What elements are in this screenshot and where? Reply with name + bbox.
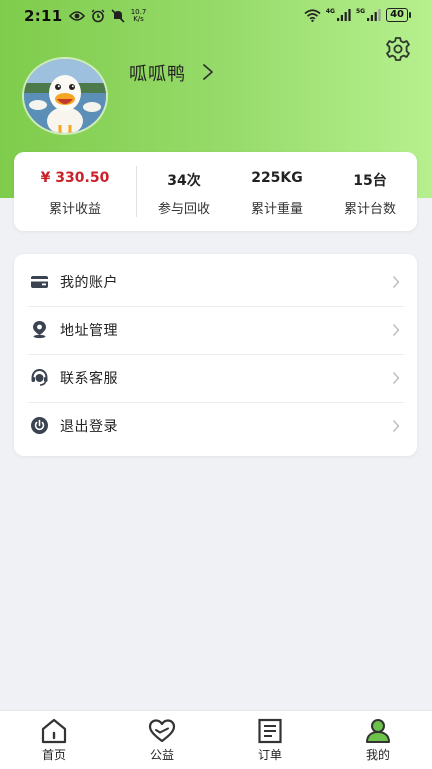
- home-icon: [41, 718, 67, 744]
- menu-item-logout[interactable]: 退出登录: [28, 402, 404, 450]
- power-icon: [31, 417, 48, 434]
- chevron-right-icon: [392, 276, 400, 288]
- signal-icon-2: [367, 9, 381, 21]
- status-time: 2:11: [24, 7, 63, 25]
- tab-charity[interactable]: 公益: [108, 711, 216, 769]
- menu-item-customer-service[interactable]: 联系客服: [28, 354, 404, 403]
- menu-item-address-management[interactable]: 地址管理: [28, 306, 404, 355]
- avatar[interactable]: [22, 57, 108, 135]
- stat-earnings-value: ¥ 330.50: [40, 170, 110, 186]
- mute-icon: [110, 9, 125, 23]
- tab-mine[interactable]: 我的: [324, 711, 432, 769]
- stat-total-weight-label: 累计重量: [250, 202, 303, 217]
- heart-icon: [148, 719, 176, 743]
- menu-label-logout: 退出登录: [60, 419, 118, 435]
- wifi-icon: [304, 8, 321, 22]
- user-name[interactable]: 呱呱鸭: [129, 60, 186, 86]
- alarm-icon: [91, 9, 105, 23]
- duck-avatar-image: [24, 59, 106, 133]
- stat-recycle-count[interactable]: 34次 参与回收: [137, 152, 231, 231]
- network-type-label: 4G: [325, 7, 335, 15]
- stat-recycle-count-label: 参与回收: [157, 202, 210, 217]
- stat-total-weight-value: 225KG: [251, 170, 303, 186]
- headset-icon: [31, 368, 48, 386]
- network-speed: 10.7 K/s: [130, 8, 147, 23]
- network-type-label-2: 5G: [355, 7, 366, 15]
- chevron-right-icon: [392, 420, 400, 432]
- stat-earnings[interactable]: ¥ 330.50 累计收益: [14, 152, 136, 231]
- battery-indicator: 40: [386, 8, 411, 22]
- chevron-right-icon[interactable]: [200, 62, 216, 82]
- stats-card: ¥ 330.50 累计收益 34次 参与回收 225KG 累计重量 15台 累计…: [14, 152, 417, 231]
- bottom-tab-bar: 首页 公益 订单 我的: [0, 710, 432, 769]
- tab-charity-label: 公益: [149, 748, 174, 762]
- chevron-right-icon: [392, 324, 400, 336]
- menu-label-customer-service: 联系客服: [60, 371, 118, 387]
- tab-mine-label: 我的: [365, 748, 390, 762]
- stat-total-units-label: 累计台数: [343, 202, 396, 217]
- signal-icon: [336, 9, 351, 21]
- stat-total-units[interactable]: 15台 累计台数: [323, 152, 417, 231]
- order-list-icon: [258, 718, 282, 744]
- menu-item-my-account[interactable]: 我的账户: [28, 258, 404, 307]
- eye-icon: [68, 11, 85, 21]
- menu-card: 我的账户 地址管理 联系客服 退出登录: [14, 254, 417, 456]
- status-bar: 2:11 10.7 K/s 4G 5G 40: [0, 0, 432, 32]
- tab-home-label: 首页: [41, 748, 66, 762]
- chevron-right-icon: [392, 372, 400, 384]
- user-icon: [366, 719, 390, 743]
- tab-orders[interactable]: 订单: [216, 711, 324, 769]
- menu-label-address-management: 地址管理: [60, 323, 118, 339]
- stat-recycle-count-value: 34次: [167, 173, 201, 189]
- tab-orders-label: 订单: [257, 748, 282, 762]
- stat-total-weight[interactable]: 225KG 累计重量: [231, 152, 323, 231]
- wallet-icon: [31, 276, 48, 288]
- stat-total-units-value: 15台: [353, 173, 387, 189]
- location-pin-icon: [33, 321, 46, 339]
- stat-earnings-label: 累计收益: [48, 202, 101, 217]
- tab-home[interactable]: 首页: [0, 711, 108, 769]
- menu-label-my-account: 我的账户: [60, 275, 118, 291]
- settings-gear-icon[interactable]: [385, 36, 411, 62]
